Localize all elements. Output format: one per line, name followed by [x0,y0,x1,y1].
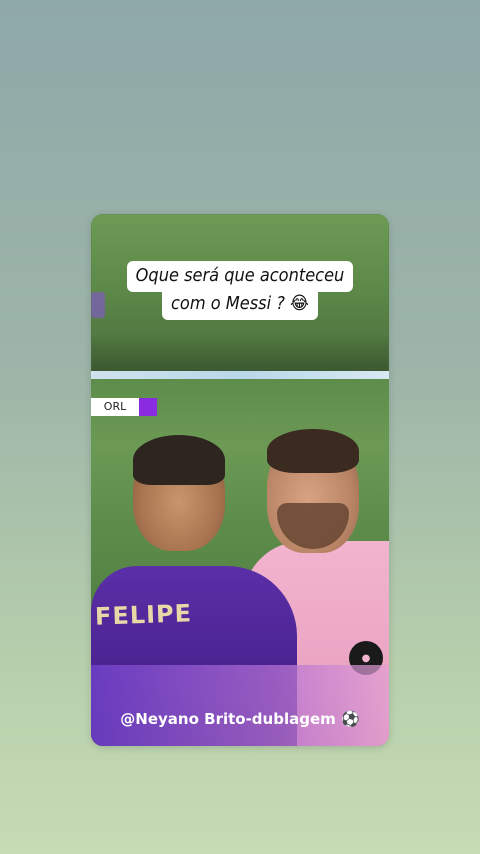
scoreboard-chip: ORL [91,398,157,416]
jersey-name: FELIPE [94,599,193,631]
caption-line-1: Oque será que aconteceu [126,261,354,292]
caption-line-2-text: com o Messi ? [171,293,285,314]
watermark: @Neyano Brito-dublagem ⚽ [91,709,389,729]
messi-hair [267,429,359,473]
top-field-shade [91,334,389,374]
felipe-hair [133,435,225,485]
caption-line-2: com o Messi ? 😂 [162,289,318,320]
laughing-emoji-icon: 😂 [290,293,309,314]
stadium-ad-board [91,371,389,379]
caption-overlay: Oque será que aconteceu com o Messi ? 😂 [91,261,389,320]
watermark-text: @Neyano Brito-dublagem [120,710,336,728]
soccer-ball-icon: ⚽ [341,710,360,728]
watermark-band [91,665,389,746]
scoreboard-team-label: ORL [91,398,139,416]
team-color-bar [139,398,157,416]
video-card[interactable]: Oque será que aconteceu com o Messi ? 😂 … [91,214,389,746]
